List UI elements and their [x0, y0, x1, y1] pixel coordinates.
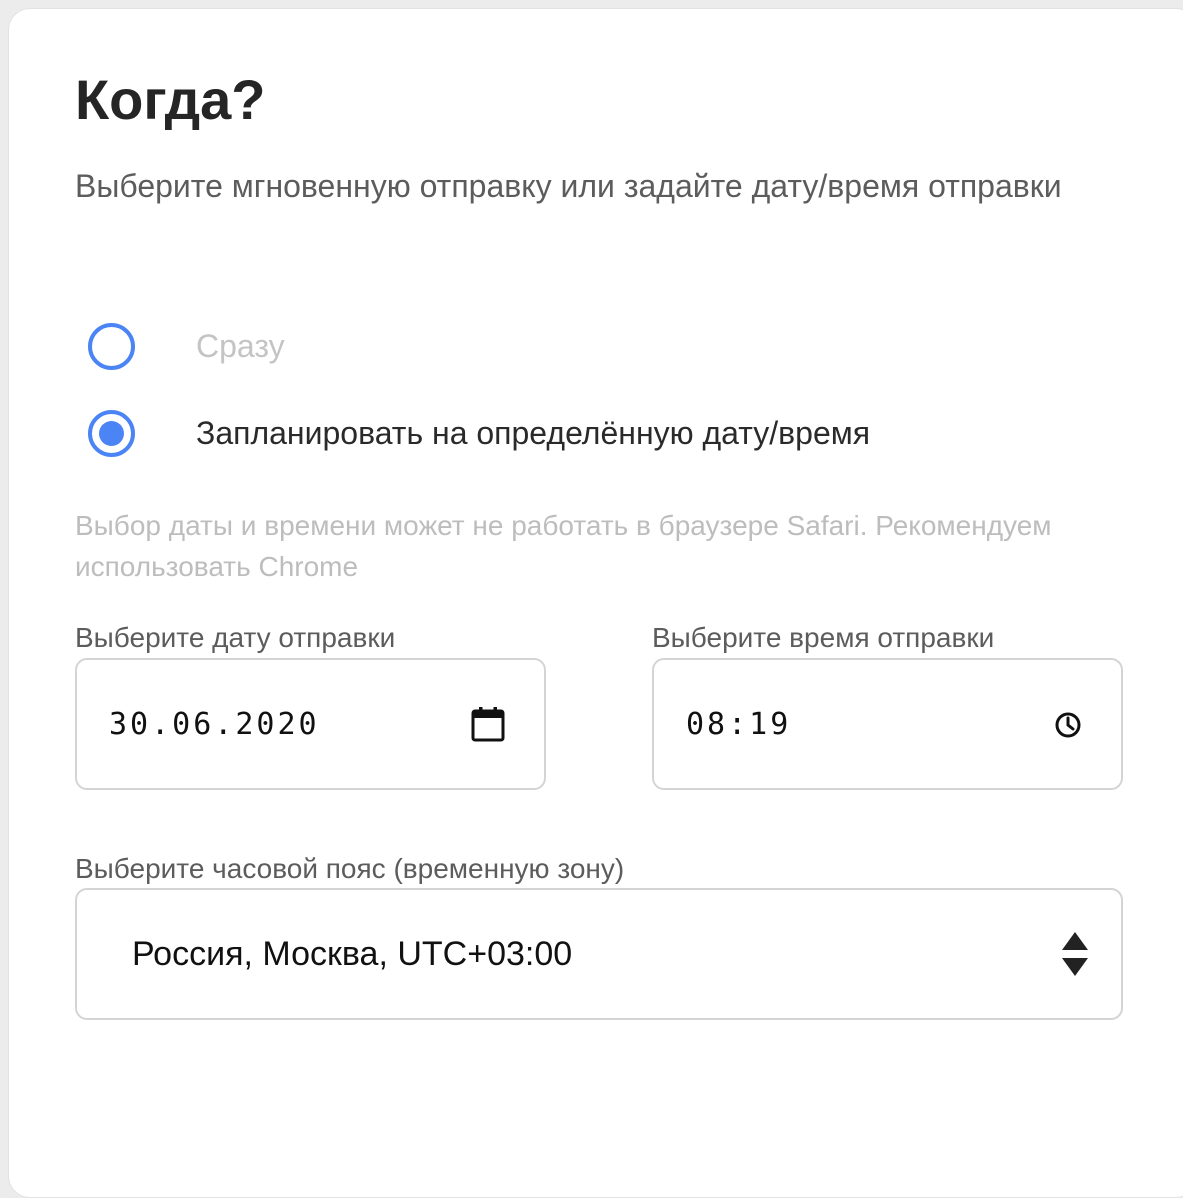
time-value: 08:19	[686, 706, 792, 742]
radio-option-scheduled[interactable]: Запланировать на определённую дату/время	[88, 403, 870, 463]
sort-arrows-icon[interactable]	[1058, 928, 1092, 980]
browser-compatibility-note: Выбор даты и времени может не работать в…	[75, 510, 1052, 582]
time-field-label: Выберите время отправки	[652, 622, 995, 653]
timezone-select[interactable]: Россия, Москва, UTC+03:00	[75, 888, 1123, 1020]
timezone-value: Россия, Москва, UTC+03:00	[132, 934, 573, 973]
radio-label-scheduled: Запланировать на определённую дату/время	[196, 414, 871, 451]
timezone-field-label: Выберите часовой пояс (временную зону)	[75, 853, 625, 884]
radio-button-scheduled[interactable]	[88, 409, 135, 457]
date-field-label: Выберите дату отправки	[75, 622, 396, 653]
radio-option-immediate[interactable]: Сразу	[88, 316, 285, 376]
page-subtitle: Выберите мгновенную отправку или задайте…	[75, 168, 1062, 204]
date-value: 30.06.2020	[109, 706, 320, 742]
page-title: Когда?	[75, 68, 266, 131]
clock-icon[interactable]	[1052, 709, 1084, 741]
radio-button-immediate[interactable]	[88, 322, 135, 370]
calendar-icon[interactable]	[468, 704, 508, 744]
radio-label-immediate: Сразу	[196, 327, 285, 364]
